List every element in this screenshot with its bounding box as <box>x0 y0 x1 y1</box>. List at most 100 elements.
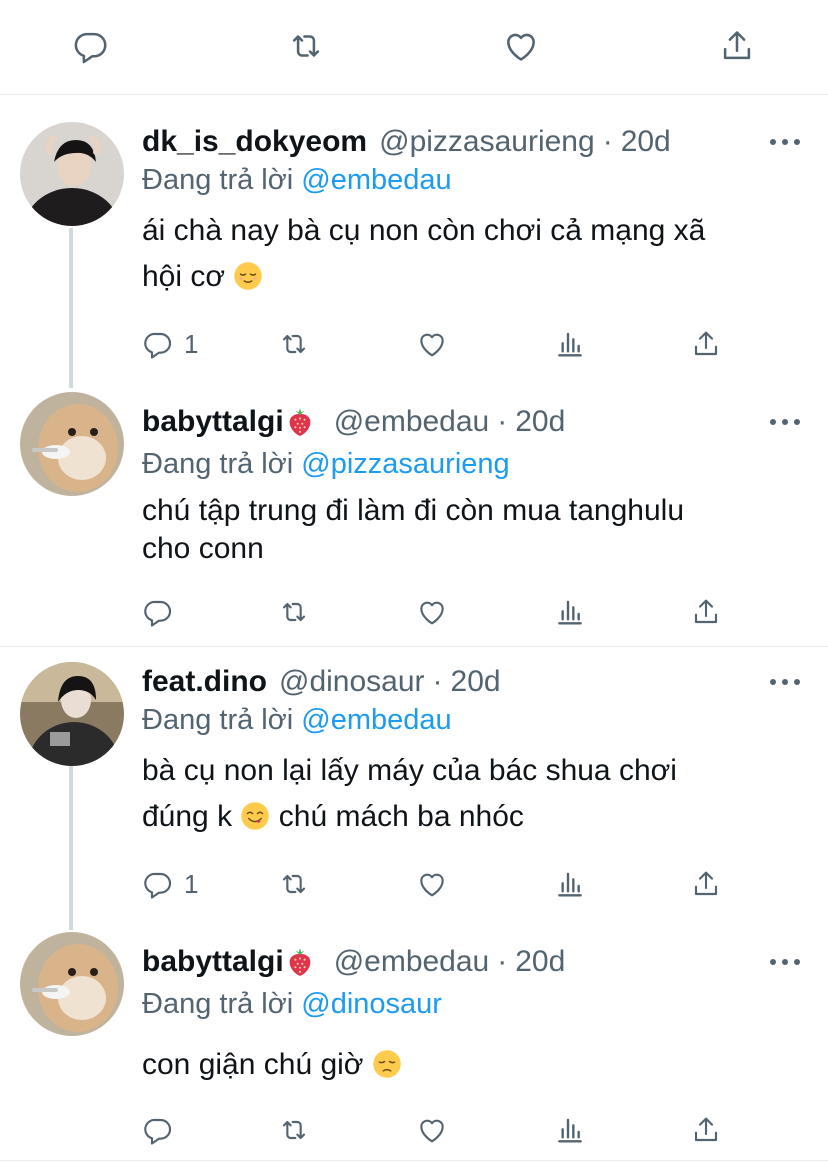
like-icon <box>416 868 448 900</box>
more-options-icon[interactable] <box>770 957 800 967</box>
tweet-action-bar <box>0 1110 828 1150</box>
display-name[interactable]: babyttalgi <box>142 404 284 440</box>
retweet-button[interactable] <box>278 592 310 632</box>
replying-to-label: Đang trả lời <box>142 704 294 736</box>
retweet-icon <box>278 596 310 628</box>
avatar[interactable] <box>20 392 124 496</box>
timestamp[interactable]: 20d <box>515 404 565 440</box>
tweet-action-bar <box>0 592 828 632</box>
tweet-text: con giận chú giờ <box>142 1042 782 1088</box>
yum-face-emoji <box>240 801 270 831</box>
like-icon <box>416 1114 448 1146</box>
reply-button[interactable] <box>142 1110 174 1150</box>
view-stats-button[interactable] <box>554 1110 586 1150</box>
share-button[interactable] <box>690 864 722 904</box>
tweet-text-line: bà cụ non lại lấy máy của bác shua chơi <box>142 754 677 787</box>
retweet-button[interactable] <box>278 1110 310 1150</box>
tweet-text-line: đúng k chú mách ba nhóc <box>142 800 524 833</box>
stats-icon <box>554 1114 586 1146</box>
reply-button[interactable] <box>142 592 174 632</box>
tweet-header: babyttalgi @embedau · 20d <box>142 944 565 980</box>
tweet-action-bar: 1 <box>0 324 828 364</box>
view-stats-button[interactable] <box>554 324 586 364</box>
divider <box>0 646 828 647</box>
replying-to: Đang trả lời @embedau <box>142 702 452 738</box>
replying-to: Đang trả lời @dinosaur <box>142 986 442 1022</box>
tweet-header: babyttalgi @embedau · 20d <box>142 404 565 440</box>
display-name[interactable]: babyttalgi <box>142 944 284 980</box>
like-button[interactable] <box>416 1110 448 1150</box>
tweet-action-bar: 1 <box>0 864 828 904</box>
tweet-text: bà cụ non lại lấy máy của bác shua chơi … <box>142 748 782 840</box>
reply-tweet[interactable]: babyttalgi @embedau · 20d Đang trả lời @… <box>0 386 828 646</box>
mention-link[interactable]: @embedau <box>301 704 451 736</box>
replying-to-label: Đang trả lời <box>142 448 294 480</box>
share-icon[interactable] <box>717 26 757 66</box>
share-button[interactable] <box>690 1110 722 1150</box>
reply-icon <box>142 868 174 900</box>
share-icon <box>690 328 722 360</box>
more-options-icon[interactable] <box>770 137 800 147</box>
share-icon <box>690 868 722 900</box>
tweet-text-line: con giận chú giờ <box>142 1042 782 1088</box>
handle[interactable]: @dinosaur <box>279 664 425 700</box>
timestamp[interactable]: 20d <box>515 944 565 980</box>
like-button[interactable] <box>416 592 448 632</box>
reply-tweet[interactable]: babyttalgi @embedau · 20d Đang trả lời @… <box>0 926 828 1160</box>
share-icon <box>690 1114 722 1146</box>
mention-link[interactable]: @pizzasaurieng <box>301 448 509 480</box>
retweet-icon[interactable] <box>286 26 326 66</box>
tweet-text: ái chà nay bà cụ non còn chơi cả mạng xã… <box>142 208 782 300</box>
reply-icon <box>142 596 174 628</box>
like-button[interactable] <box>416 864 448 904</box>
more-options-icon[interactable] <box>770 677 800 687</box>
like-icon[interactable] <box>501 26 541 66</box>
mention-link[interactable]: @embedau <box>301 164 451 196</box>
strawberry-emoji <box>286 947 314 977</box>
share-button[interactable] <box>690 324 722 364</box>
thread-connector-line <box>69 228 73 388</box>
stats-icon <box>554 868 586 900</box>
retweet-icon <box>278 868 310 900</box>
separator: · <box>497 405 508 438</box>
timestamp[interactable]: 20d <box>621 124 671 160</box>
separator: · <box>432 665 443 698</box>
tweet-text-line: cho conn <box>142 532 264 565</box>
display-name[interactable]: dk_is_dokyeom <box>142 124 367 160</box>
avatar[interactable] <box>20 662 124 766</box>
thread-connector-line <box>69 764 73 930</box>
reply-button[interactable]: 1 <box>142 324 198 364</box>
reply-icon[interactable] <box>71 26 111 66</box>
reply-icon <box>142 328 174 360</box>
tweet-header: dk_is_dokyeom @pizzasaurieng · 20d <box>142 124 671 160</box>
like-button[interactable] <box>416 324 448 364</box>
reply-tweet[interactable]: dk_is_dokyeom @pizzasaurieng · 20d Đang … <box>0 96 828 388</box>
reply-tweet[interactable]: feat.dino @dinosaur · 20d Đang trả lời @… <box>0 648 828 930</box>
handle[interactable]: @embedau <box>334 404 490 440</box>
divider <box>0 1160 828 1161</box>
mention-link[interactable]: @dinosaur <box>301 988 442 1020</box>
retweet-icon <box>278 1114 310 1146</box>
display-name[interactable]: feat.dino <box>142 664 267 700</box>
share-icon <box>690 596 722 628</box>
reply-button[interactable]: 1 <box>142 864 198 904</box>
retweet-button[interactable] <box>278 324 310 364</box>
tweet-text: chú tập trung đi làm đi còn mua tanghulu… <box>142 492 782 568</box>
retweet-icon <box>278 328 310 360</box>
avatar[interactable] <box>20 932 124 1036</box>
share-button[interactable] <box>690 592 722 632</box>
reply-icon <box>142 1114 174 1146</box>
handle[interactable]: @pizzasaurieng <box>379 124 595 160</box>
avatar[interactable] <box>20 122 124 226</box>
view-stats-button[interactable] <box>554 592 586 632</box>
replying-to: Đang trả lời @embedau <box>142 162 452 198</box>
timestamp[interactable]: 20d <box>451 664 501 700</box>
retweet-button[interactable] <box>278 864 310 904</box>
handle[interactable]: @embedau <box>334 944 490 980</box>
more-options-icon[interactable] <box>770 417 800 427</box>
previous-tweet-action-bar <box>0 0 828 95</box>
relieved-face-emoji <box>233 261 263 291</box>
reply-count: 1 <box>184 328 199 359</box>
view-stats-button[interactable] <box>554 864 586 904</box>
reply-count: 1 <box>184 868 199 899</box>
